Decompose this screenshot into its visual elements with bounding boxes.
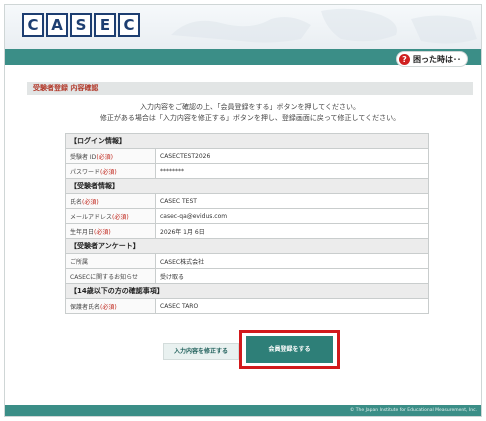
field-value-birthdate: 2026年 1月 6日 <box>155 223 429 239</box>
table-row: 氏名(必須) CASEC TEST <box>65 193 429 209</box>
confirmation-table: 【ログイン情報】 受験者 ID(必須) CASECTEST2026 パスワード(… <box>65 133 429 314</box>
required-mark: (必須) <box>112 213 129 221</box>
field-label-text: 生年月日 <box>70 228 95 236</box>
field-label: 生年月日(必須) <box>65 223 156 239</box>
category-header-person: 【受験者情報】 <box>65 178 429 194</box>
field-label-text: 保護者氏名 <box>70 303 101 311</box>
field-value-name: CASEC TEST <box>155 193 429 209</box>
category-row: 【受験者情報】 <box>65 178 429 194</box>
page-frame: C A S E C ? 困った時は･･ 受験者登録 内容確認 入力内容をご確認の… <box>4 4 482 417</box>
field-label: 保護者氏名(必須) <box>65 298 156 314</box>
field-label-text: メールアドレス <box>70 213 113 221</box>
page-title: 受験者登録 内容確認 <box>27 82 473 95</box>
table-row: メールアドレス(必須) casec-qa@evidus.com <box>65 208 429 224</box>
table-row: パスワード(必須) ******** <box>65 163 429 179</box>
field-label-text: パスワード <box>70 168 101 176</box>
field-label: ご所属 <box>65 253 156 269</box>
field-label: メールアドレス(必須) <box>65 208 156 224</box>
field-label-text: CASECに関するお知らせ <box>70 273 138 281</box>
question-icon: ? <box>399 53 410 65</box>
field-label: 受験者 ID(必須) <box>65 148 156 164</box>
logo-letter: C <box>118 13 140 37</box>
table-row: CASECに関するお知らせ 受け取る <box>65 268 429 284</box>
field-value-password: ******** <box>155 163 429 179</box>
field-label-text: 氏名 <box>70 198 83 206</box>
table-row: 受験者 ID(必須) CASECTEST2026 <box>65 148 429 164</box>
category-header-survey: 【受験者アンケート】 <box>65 238 429 254</box>
world-map-decoration <box>171 8 477 44</box>
header: C A S E C <box>5 5 481 49</box>
intro-text-line-2: 修正がある場合は「入力内容を修正する」ボタンを押し、登録画面に戻って修正してくだ… <box>99 114 401 122</box>
help-button[interactable]: ? 困った時は･･ <box>397 52 467 66</box>
required-mark: (必須) <box>100 303 117 311</box>
field-value-affiliation: CASEC株式会社 <box>155 253 429 269</box>
logo-letter: A <box>46 13 68 37</box>
category-row: 【14歳以下の方の確認事項】 <box>65 283 429 299</box>
table-row: 保護者氏名(必須) CASEC TARO <box>65 298 429 314</box>
field-value-notice: 受け取る <box>155 268 429 284</box>
logo-letter: S <box>70 13 92 37</box>
category-row: 【ログイン情報】 <box>65 133 429 149</box>
help-label: 困った時は･･ <box>413 54 461 64</box>
field-label-text: ご所属 <box>70 258 89 266</box>
register-member-button[interactable]: 会員登録をする <box>246 336 333 363</box>
required-mark: (必須) <box>82 198 99 206</box>
logo-letter: C <box>22 13 44 37</box>
required-mark: (必須) <box>100 168 117 176</box>
category-header-login: 【ログイン情報】 <box>65 133 429 149</box>
field-label: パスワード(必須) <box>65 163 156 179</box>
footer: © The Japan Institute for Educational Me… <box>5 405 481 416</box>
required-mark: (必須) <box>96 153 113 161</box>
field-label: CASECに関するお知らせ <box>65 268 156 284</box>
field-label-text: 受験者 ID <box>70 153 97 161</box>
casec-logo[interactable]: C A S E C <box>22 13 140 37</box>
table-row: ご所属 CASEC株式会社 <box>65 253 429 269</box>
field-value-email: casec-qa@evidus.com <box>155 208 429 224</box>
category-header-minor: 【14歳以下の方の確認事項】 <box>65 283 429 299</box>
table-row: 生年月日(必須) 2026年 1月 6日 <box>65 223 429 239</box>
logo-letter: E <box>94 13 116 37</box>
category-row: 【受験者アンケート】 <box>65 238 429 254</box>
field-value-guardian: CASEC TARO <box>155 298 429 314</box>
required-mark: (必須) <box>94 228 111 236</box>
edit-input-button[interactable]: 入力内容を修正する <box>163 343 239 360</box>
field-label: 氏名(必須) <box>65 193 156 209</box>
field-value-id: CASECTEST2026 <box>155 148 429 164</box>
